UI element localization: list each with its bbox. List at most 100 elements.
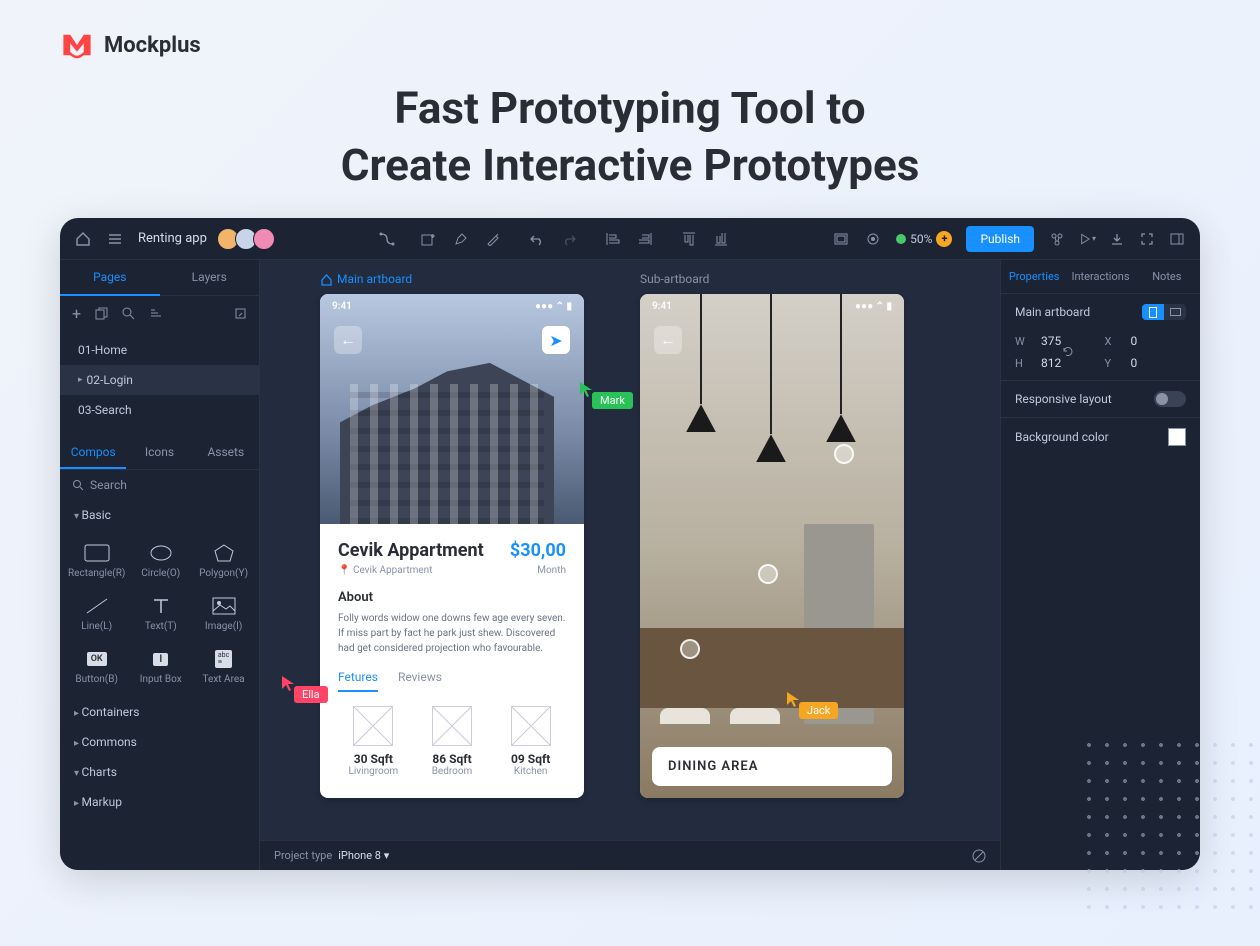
sort-icon[interactable] xyxy=(149,307,162,320)
artboard-main[interactable]: 9:41 ●●● ⌃ ▮ ← ➤ $30,00 Cevik Appartment… xyxy=(320,294,584,798)
align-right-icon[interactable] xyxy=(636,230,654,248)
publish-button[interactable]: Publish xyxy=(966,226,1034,252)
dimensions-grid: W 375 X 0 H 812 Y 0 xyxy=(1001,330,1200,380)
avatar[interactable] xyxy=(253,228,275,250)
hotspot-icon[interactable] xyxy=(834,444,854,464)
tab-properties[interactable]: Properties xyxy=(1001,260,1067,293)
reset-dims-icon[interactable] xyxy=(1061,344,1075,358)
feature-cell: 09 SqftKitchen xyxy=(495,706,566,777)
add-icon[interactable]: + xyxy=(72,304,81,323)
share-icon[interactable] xyxy=(1048,230,1066,248)
locate-button[interactable]: ➤ xyxy=(542,326,570,354)
page-header: Mockplus xyxy=(0,0,1260,72)
component-search[interactable]: Search xyxy=(60,470,259,500)
apartment-description: Folly words widow one downs few age ever… xyxy=(338,611,566,656)
zoom-control[interactable]: 50% + xyxy=(896,231,952,247)
brand-name: Mockplus xyxy=(104,33,201,58)
connector-icon[interactable] xyxy=(378,230,396,248)
responsive-switch[interactable] xyxy=(1154,391,1186,407)
bgcolor-swatch[interactable] xyxy=(1168,428,1186,446)
back-button[interactable]: ← xyxy=(654,326,682,354)
undo-icon[interactable] xyxy=(528,230,546,248)
search-placeholder: Search xyxy=(90,478,127,492)
pencil-icon[interactable] xyxy=(484,230,502,248)
shape-circle[interactable]: Circle(O) xyxy=(131,536,190,585)
tab-icons[interactable]: Icons xyxy=(126,437,192,469)
collaborator-avatars[interactable] xyxy=(221,228,275,250)
category-commons[interactable]: Commons xyxy=(60,727,259,757)
menu-icon[interactable] xyxy=(106,230,124,248)
cursor-jack: Jack xyxy=(785,690,838,719)
panel-toggle-icon[interactable] xyxy=(1168,230,1186,248)
home-artboard-icon xyxy=(320,273,333,286)
bgcolor-label: Background color xyxy=(1015,430,1109,444)
frame-icon[interactable] xyxy=(832,230,850,248)
category-charts[interactable]: Charts xyxy=(60,757,259,787)
page-item[interactable]: 03-Search xyxy=(60,395,259,425)
shape-button[interactable]: OKButton(B) xyxy=(66,642,127,691)
prop-y[interactable]: 0 xyxy=(1131,356,1187,370)
phone-status-bar: 9:41 ●●● ⌃ ▮ xyxy=(320,294,584,318)
shape-polygon[interactable]: Polygon(Y) xyxy=(194,536,253,585)
shape-textarea[interactable]: abc≡Text Area xyxy=(194,642,253,691)
apartment-title: Cevik Appartment xyxy=(338,540,484,561)
collapse-icon[interactable] xyxy=(234,307,247,320)
phone-status-bar: 9:41 ●●● ⌃ ▮ xyxy=(640,294,904,318)
portrait-icon[interactable] xyxy=(1142,304,1164,320)
align-top-icon[interactable] xyxy=(680,230,698,248)
fullscreen-icon[interactable] xyxy=(1138,230,1156,248)
tab-layers[interactable]: Layers xyxy=(160,260,260,296)
duplicate-page-icon[interactable] xyxy=(95,307,108,320)
landscape-icon[interactable] xyxy=(1164,304,1186,320)
hotspot-icon[interactable] xyxy=(758,564,778,584)
download-icon[interactable] xyxy=(1108,230,1126,248)
tab-notes[interactable]: Notes xyxy=(1134,260,1200,293)
zoom-plus-icon[interactable]: + xyxy=(936,231,952,247)
play-icon[interactable]: ▾ xyxy=(1078,230,1096,248)
artboard-sub[interactable]: 9:41 ●●● ⌃ ▮ ← DINING AREA xyxy=(640,294,904,798)
no-restriction-icon[interactable] xyxy=(972,849,986,863)
brand-logo: Mockplus xyxy=(60,28,1200,62)
topbar: Renting app 50% + Publish ▾ xyxy=(60,218,1200,260)
tab-features[interactable]: Fetures xyxy=(338,670,378,692)
device-selector[interactable]: iPhone 8 ▾ xyxy=(338,849,389,862)
search-pages-icon[interactable] xyxy=(122,307,135,320)
shape-image[interactable]: Image(I) xyxy=(194,589,253,638)
record-icon[interactable] xyxy=(864,230,882,248)
tab-pages[interactable]: Pages xyxy=(60,260,160,296)
canvas[interactable]: Main artboard Sub-artboard 9:41 ●●● ⌃ ▮ … xyxy=(260,260,1000,870)
pen-tool-icon[interactable] xyxy=(452,230,470,248)
tab-reviews[interactable]: Reviews xyxy=(398,670,442,692)
tab-assets[interactable]: Assets xyxy=(193,437,259,469)
sidebar-left: Pages Layers + 01-Home ▸02-Login 03-Sear… xyxy=(60,260,260,870)
category-markup[interactable]: Markup xyxy=(60,787,259,817)
apartment-hero-image: ← ➤ xyxy=(320,294,584,524)
artboard-sub-label[interactable]: Sub-artboard xyxy=(640,272,709,286)
page-item[interactable]: 01-Home xyxy=(60,335,259,365)
shape-rectangle[interactable]: Rectangle(R) xyxy=(66,536,127,585)
orientation-toggle[interactable] xyxy=(1142,304,1186,320)
workspace: Pages Layers + 01-Home ▸02-Login 03-Sear… xyxy=(60,260,1200,870)
artboard-main-label[interactable]: Main artboard xyxy=(320,272,412,286)
category-basic[interactable]: Basic xyxy=(60,500,259,530)
category-containers[interactable]: Containers xyxy=(60,697,259,727)
about-heading: About xyxy=(338,590,566,605)
home-icon[interactable] xyxy=(74,230,92,248)
prop-height[interactable]: 812 xyxy=(1041,356,1097,370)
hero-line-1: Fast Prototyping Tool to xyxy=(394,82,865,134)
tab-interactions[interactable]: Interactions xyxy=(1067,260,1133,293)
shape-text[interactable]: Text(T) xyxy=(131,589,190,638)
decorative-dots xyxy=(1080,736,1260,916)
shape-input[interactable]: IInput Box xyxy=(131,642,190,691)
redo-icon[interactable] xyxy=(560,230,578,248)
add-artboard-icon[interactable] xyxy=(420,230,438,248)
tab-compos[interactable]: Compos xyxy=(60,437,126,469)
align-bottom-icon[interactable] xyxy=(712,230,730,248)
properties-tabs: Properties Interactions Notes xyxy=(1001,260,1200,294)
shape-line[interactable]: Line(L) xyxy=(66,589,127,638)
page-item[interactable]: ▸02-Login xyxy=(60,365,259,395)
align-left-icon[interactable] xyxy=(604,230,622,248)
back-button[interactable]: ← xyxy=(334,326,362,354)
prop-x[interactable]: 0 xyxy=(1131,334,1187,348)
page-list: 01-Home ▸02-Login 03-Search xyxy=(60,331,259,429)
